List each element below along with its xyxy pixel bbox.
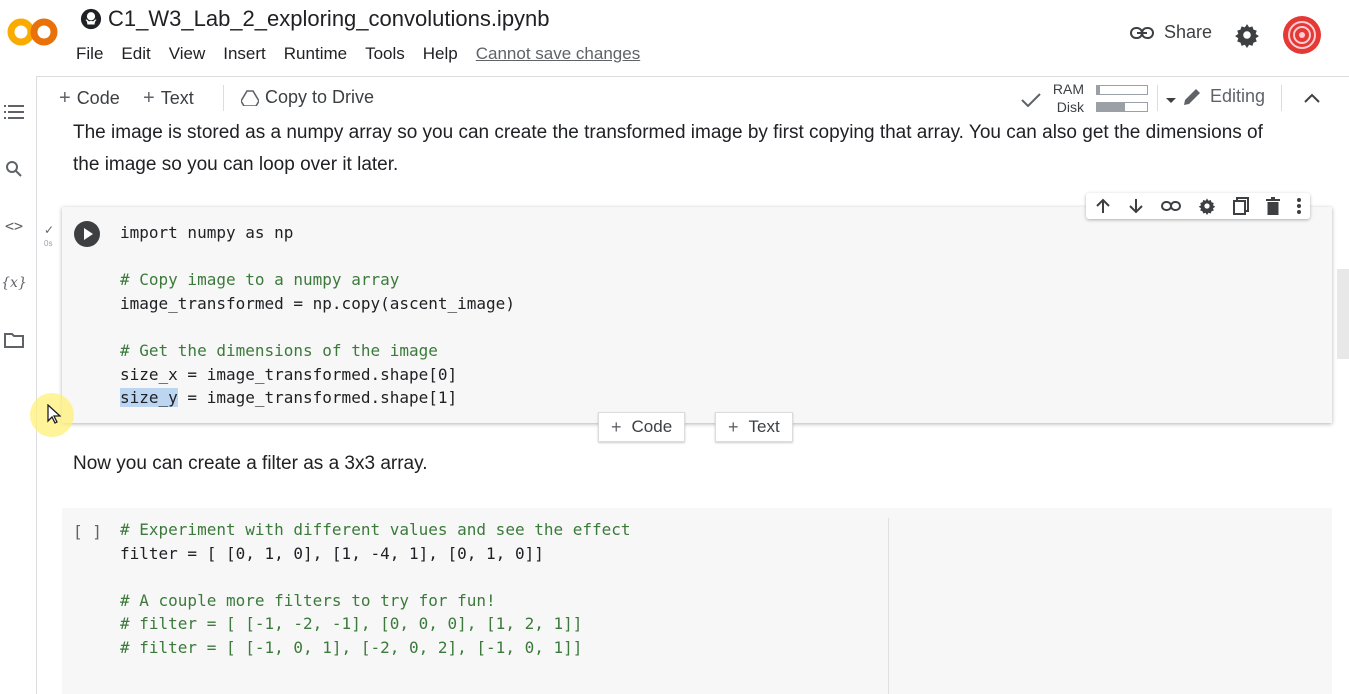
toolbar-divider [1157,85,1158,111]
move-cell-up-arrow-icon[interactable] [1095,198,1111,214]
code-editor[interactable]: import numpy as np # Copy image to a num… [120,221,515,410]
avatar-swirl-icon [1288,21,1316,49]
code-comment: # filter = [ [-1, -2, -1], [0, 0, 0], [1… [120,614,583,634]
add-text-label: Text [160,88,194,108]
link-icon [1130,26,1154,39]
pencil-icon [1184,88,1200,105]
text-cell-line: Now you can create a filter as a 3x3 arr… [73,453,428,474]
code-comment: # filter = [ [-1, 0, 1], [-2, 0, 2], [-1… [120,637,583,657]
add-code-label: Code [76,88,120,108]
more-options-vertical-dots-icon[interactable] [1297,198,1302,214]
save-status-link[interactable]: Cannot save changes [476,44,640,64]
notebook-title[interactable]: C1_W3_Lab_2_exploring_convolutions.ipynb [108,6,550,32]
files-icon[interactable] [2,328,26,352]
variables-icon[interactable]: {x} [1,271,27,295]
add-text-cell-button[interactable]: + Text [143,87,194,110]
execution-time: 0s [44,239,53,248]
move-cell-down-arrow-icon[interactable] [1128,198,1144,214]
copy-to-drive-label: Copy to Drive [265,87,375,107]
table-of-contents-icon[interactable] [2,100,26,124]
code-snippets-glyph: <> [4,217,24,235]
text-cell-line: the image so you can loop over it later. [73,154,399,175]
collapse-header-chevron-up-icon[interactable] [1304,93,1320,103]
insert-text-cell-button[interactable]: + Text [715,412,793,442]
run-cell-button[interactable] [74,221,100,247]
plus-icon: + [728,416,739,437]
settings-gear-icon[interactable] [1234,22,1260,48]
search-icon[interactable] [2,157,26,181]
toolbar-divider [223,85,224,111]
run-cell-bracket[interactable]: [ ] [73,522,102,541]
connected-check-icon [1021,93,1041,108]
code-line: = image_transformed.shape[1] [177,388,458,408]
code-line: size_x = image_transformed.shape[0] [120,364,458,384]
header: C1_W3_Lab_2_exploring_convolutions.ipynb… [0,0,1349,76]
share-button[interactable]: Share [1130,22,1212,43]
output-divider [888,518,889,694]
code-line: filter = [ [0, 1, 0], [1, -4, 1], [0, 1,… [120,543,544,563]
menu-runtime[interactable]: Runtime [284,44,347,64]
insert-code-label: Code [631,417,673,436]
cell-settings-gear-icon[interactable] [1198,197,1216,215]
code-editor[interactable]: # Experiment with different values and s… [120,518,631,660]
disk-label: Disk [1056,99,1084,115]
drive-icon [241,89,259,106]
insert-code-cell-button[interactable]: + Code [598,412,686,442]
ram-label: RAM [1052,81,1084,97]
disk-usage-bar [1096,102,1148,112]
insert-text-label: Text [748,417,780,436]
code-cell-numpy-copy[interactable]: import numpy as np # Copy image to a num… [62,207,1332,423]
code-snippets-icon[interactable]: <> [2,214,26,238]
account-avatar[interactable] [1283,16,1321,54]
plus-icon: + [143,87,155,109]
github-icon [80,8,102,30]
menu-bar: File Edit View Insert Runtime Tools Help… [76,44,640,64]
cell-toolbar [1086,193,1310,219]
toolbar-divider [1281,85,1282,111]
executed-check-icon: ✓ [44,223,55,237]
plus-icon: + [611,416,622,437]
menu-edit[interactable]: Edit [121,44,150,64]
mouse-pointer-icon [47,404,61,424]
code-line: image_transformed = np.copy(ascent_image… [120,293,515,313]
editing-label: Editing [1210,86,1266,106]
ram-usage-bar [1096,85,1148,95]
notebook-content[interactable]: The image is stored as a numpy array so … [37,119,1349,694]
copy-to-drive-button[interactable]: Copy to Drive [241,87,374,108]
code-comment: # Copy image to a numpy array [120,270,400,290]
menu-insert[interactable]: Insert [223,44,266,64]
text-cell-intro[interactable]: The image is stored as a numpy array so … [73,119,1263,181]
resource-dropdown-icon[interactable] [1165,97,1177,105]
left-sidebar: <> {x} [0,76,37,694]
colab-logo[interactable] [6,14,60,50]
vertical-scrollbar[interactable] [1337,269,1349,359]
editing-mode-button[interactable]: Editing [1182,86,1265,107]
code-comment: # Get the dimensions of the image [120,340,438,360]
notebook-toolbar: + Code + Text Copy to Drive RAM Disk Edi… [37,76,1349,120]
menu-help[interactable]: Help [423,44,458,64]
menu-file[interactable]: File [76,44,103,64]
variables-glyph: {x} [1,275,27,291]
selected-text: size_y [120,388,178,408]
code-line: import numpy as np [120,223,294,242]
code-comment: # A couple more filters to try for fun! [120,590,496,610]
text-cell-filter[interactable]: Now you can create a filter as a 3x3 arr… [73,448,427,480]
plus-icon: + [59,87,71,109]
mirror-cell-icon[interactable] [1233,197,1250,215]
link-to-cell-icon[interactable] [1160,200,1181,212]
delete-cell-trash-icon[interactable] [1266,197,1281,215]
share-label: Share [1164,22,1213,42]
menu-tools[interactable]: Tools [365,44,405,64]
add-code-cell-button[interactable]: + Code [59,87,120,110]
code-cell-filter[interactable]: [ ] # Experiment with different values a… [62,508,1332,694]
text-cell-line: The image is stored as a numpy array so … [73,122,1263,143]
menu-view[interactable]: View [169,44,206,64]
code-comment: # Experiment with different values and s… [120,520,631,539]
